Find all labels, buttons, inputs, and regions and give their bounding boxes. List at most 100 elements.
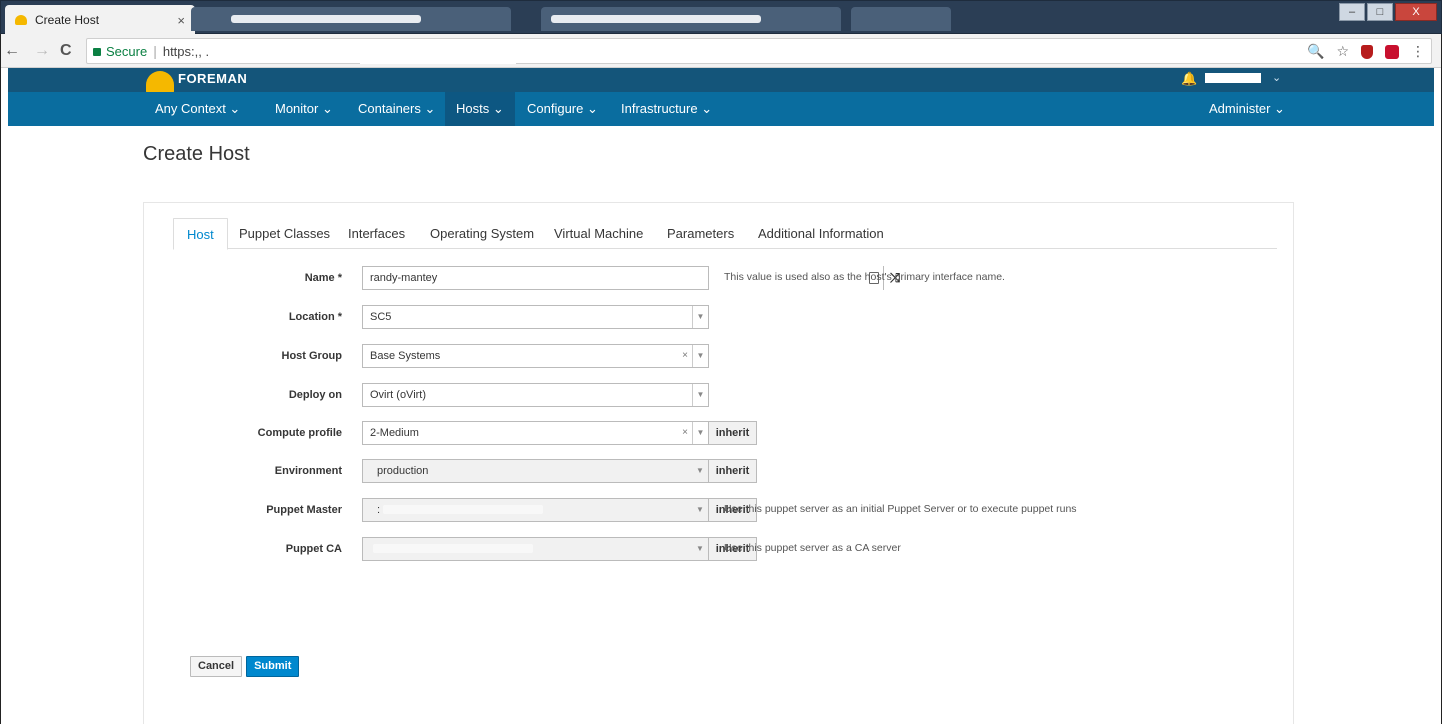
zoom-icon[interactable]: 🔍 (1307, 43, 1324, 60)
dropdown-arrow-icon[interactable]: ▼ (692, 345, 708, 367)
dropdown-arrow-icon[interactable]: ▼ (692, 306, 708, 328)
browser-tab-redacted[interactable] (541, 7, 841, 31)
dropdown-arrow-icon[interactable]: ▼ (692, 538, 708, 560)
puppet-ca-row: Puppet CA ▼ inherit Use this puppet serv… (160, 537, 1260, 563)
host-group-row: Host Group Base Systems × ▼ (160, 344, 1260, 370)
tab-host[interactable]: Host (173, 218, 228, 250)
name-row: Name * randy-mantey ⤨ This value is used… (160, 266, 1260, 292)
location-value: SC5 (370, 311, 392, 323)
dropdown-arrow-icon[interactable]: ▼ (692, 499, 708, 521)
foreman-brand[interactable]: FOREMAN (178, 71, 247, 86)
window-controls: – □ X (1339, 3, 1437, 21)
environment-value: production (377, 465, 429, 477)
foreman-favicon-icon (15, 15, 27, 25)
browser-tab-bar: Create Host × – □ X (0, 0, 1442, 35)
location-select[interactable]: SC5 ▼ (362, 305, 709, 329)
puppet-ca-select[interactable]: ▼ (362, 537, 709, 561)
extension-icon[interactable] (1385, 44, 1399, 59)
dropdown-arrow-icon[interactable]: ▼ (692, 384, 708, 406)
puppet-master-redaction (383, 505, 543, 514)
deploy-on-select[interactable]: Ovirt (oVirt) ▼ (362, 383, 709, 407)
host-group-value: Base Systems (370, 350, 441, 362)
menu-configure[interactable]: Configure ⌄ (516, 92, 609, 126)
minimize-window-icon[interactable]: – (1339, 3, 1365, 21)
browser-menu-icon[interactable]: ⋮ (1411, 43, 1425, 60)
puppet-master-help-text: Use this puppet server as an initial Pup… (724, 503, 1077, 515)
foreman-header: FOREMAN 🔔 ⌄ (8, 68, 1434, 93)
url-separator: | (153, 43, 157, 59)
browser-address-bar: ← → C Secure | https:,, . 🔍 ☆ ⋮ (0, 34, 1442, 68)
puppet-ca-help-text: Use this puppet server as a CA server (724, 542, 901, 554)
menu-monitor[interactable]: Monitor ⌄ (264, 92, 344, 126)
lock-icon (93, 48, 101, 56)
host-group-select[interactable]: Base Systems × ▼ (362, 344, 709, 368)
environment-inherit-button[interactable]: inherit (709, 459, 757, 483)
back-arrow-icon[interactable]: ← (4, 42, 20, 60)
puppet-ca-label: Puppet CA (285, 543, 342, 555)
puppet-master-value: : (377, 504, 381, 516)
menu-any-context[interactable]: Any Context ⌄ (144, 92, 251, 126)
dropdown-arrow-icon[interactable]: ▼ (692, 422, 708, 444)
menu-administer[interactable]: Administer ⌄ (1198, 92, 1296, 126)
menu-infrastructure[interactable]: Infrastructure ⌄ (610, 92, 723, 126)
deploy-on-label: Deploy on (288, 389, 342, 401)
deploy-on-row: Deploy on Ovirt (oVirt) ▼ (160, 383, 1260, 409)
menu-containers[interactable]: Containers ⌄ (347, 92, 446, 126)
compute-profile-select[interactable]: 2-Medium × ▼ (362, 421, 709, 445)
tab-virtual-machine[interactable]: Virtual Machine (541, 218, 656, 249)
dropdown-arrow-icon[interactable]: ▼ (692, 460, 708, 482)
window-border (0, 34, 1, 724)
puppet-master-select[interactable]: : ▼ (362, 498, 709, 522)
tab-interfaces[interactable]: Interfaces (335, 218, 418, 249)
notification-bell-icon[interactable]: 🔔 (1181, 71, 1197, 87)
name-label: Name * (304, 272, 342, 284)
location-label: Location * (288, 311, 342, 323)
submit-button[interactable]: Submit (246, 656, 300, 677)
browser-toolbar-icons: 🔍 ☆ ⋮ (1307, 43, 1425, 60)
compute-profile-value: 2-Medium (370, 427, 419, 439)
reload-icon[interactable]: C (60, 42, 72, 60)
cancel-button[interactable]: Cancel (190, 656, 243, 677)
deploy-on-value: Ovirt (oVirt) (370, 389, 427, 401)
tab-additional-information[interactable]: Additional Information (745, 218, 897, 249)
environment-row: Environment production ▼ inherit (160, 459, 1260, 485)
browser-tab-redacted[interactable] (191, 7, 511, 31)
browser-tab-title: Create Host (35, 13, 100, 27)
browser-tab-create-host[interactable]: Create Host × (5, 5, 195, 35)
forward-arrow-icon[interactable]: → (34, 42, 50, 60)
host-group-label: Host Group (281, 350, 343, 362)
user-menu-redacted[interactable] (1205, 73, 1261, 83)
url-redaction (360, 58, 516, 64)
environment-select[interactable]: production ▼ (362, 459, 709, 483)
main-menu: Any Context ⌄ Monitor ⌄ Containers ⌄ Hos… (8, 92, 1434, 126)
compute-profile-label: Compute profile (257, 427, 342, 439)
close-tab-icon[interactable]: × (177, 13, 185, 28)
maximize-window-icon[interactable]: □ (1367, 3, 1393, 21)
bookmark-star-icon[interactable]: ☆ (1336, 43, 1349, 60)
tab-puppet-classes[interactable]: Puppet Classes (226, 218, 343, 249)
host-form-tabs: Host Puppet Classes Interfaces Operating… (173, 218, 1277, 250)
browser-tab-redacted[interactable] (851, 7, 951, 31)
menu-hosts[interactable]: Hosts ⌄ (445, 92, 515, 126)
compute-profile-inherit-button[interactable]: inherit (709, 421, 757, 445)
url-input[interactable]: Secure | https:,, . 🔍 ☆ ⋮ (86, 38, 1432, 64)
puppet-master-row: Puppet Master : ▼ inherit Use this puppe… (160, 498, 1260, 524)
chevron-down-icon[interactable]: ⌄ (1272, 71, 1281, 84)
clear-selection-icon[interactable]: × (682, 350, 688, 361)
name-value: randy-mantey (370, 272, 438, 284)
tab-operating-system[interactable]: Operating System (417, 218, 547, 249)
close-window-icon[interactable]: X (1395, 3, 1437, 21)
location-row: Location * SC5 ▼ (160, 305, 1260, 331)
url-text: https:,, . (162, 43, 210, 59)
form-actions: Cancel Submit (190, 656, 300, 677)
page-title: Create Host (143, 143, 250, 165)
puppet-ca-redaction (373, 544, 533, 553)
ublock-extension-icon[interactable] (1361, 44, 1373, 59)
name-field[interactable]: randy-mantey ⤨ (362, 266, 900, 290)
secure-label: Secure (106, 43, 148, 59)
name-help-text: This value is used also as the host's pr… (724, 271, 1005, 283)
tab-parameters[interactable]: Parameters (654, 218, 747, 249)
environment-label: Environment (274, 465, 342, 477)
clear-selection-icon[interactable]: × (682, 427, 688, 438)
compute-profile-row: Compute profile 2-Medium × ▼ inherit (160, 421, 1260, 447)
